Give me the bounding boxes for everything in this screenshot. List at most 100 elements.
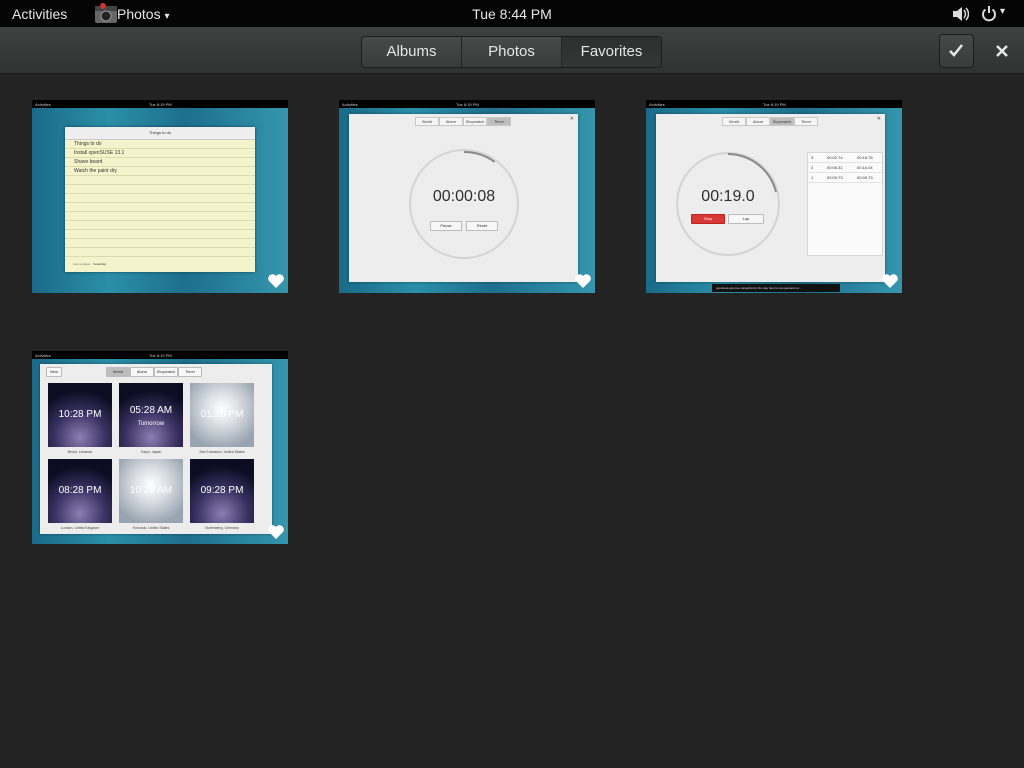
city-time: 10:28 AM: [129, 485, 173, 496]
city-name: Beirut, Lebanon: [67, 450, 93, 454]
tab-alarm: Alarm: [439, 117, 463, 126]
clock-tabs: World Alarm Stopwatch Timer: [415, 117, 511, 126]
notes-window: Things to do Things to do Install openSU…: [65, 127, 255, 272]
favorite-heart-icon[interactable]: [267, 273, 285, 289]
city-name: Honolulu, United States: [132, 526, 170, 530]
city-name: Tokyo, Japan: [140, 450, 162, 454]
note-line: Watch the paint dry: [65, 167, 255, 176]
lap-button: Lap: [728, 214, 764, 224]
favorite-heart-icon[interactable]: [881, 273, 899, 289]
header-bar: Albums Photos Favorites: [0, 27, 1024, 74]
favorite-heart-icon[interactable]: [574, 273, 592, 289]
city-clock: 05:28 AM Tomorrow: [119, 383, 183, 447]
mini-clock: Tue 8:19 PM: [763, 102, 786, 107]
mini-close-icon: ✕: [569, 116, 574, 122]
view-switcher: Albums Photos Favorites: [361, 36, 662, 68]
lap-number: 1: [811, 175, 814, 180]
photo-thumbnail-stopwatch[interactable]: Activities Tue 8:19 PM World Alarm Stopw…: [646, 100, 902, 293]
app-menu-caret: ▾: [164, 11, 170, 22]
city-time: 08:28 PM: [58, 485, 102, 496]
system-menu-caret[interactable]: ▾: [1000, 6, 1005, 17]
clock-tabs: World Alarm Stopwatch Timer: [106, 367, 202, 377]
note-line: [65, 230, 255, 239]
select-button[interactable]: [939, 34, 974, 68]
lap-split: 00:09.73: [827, 175, 843, 180]
city-clock: 10:28 PM: [48, 383, 112, 447]
tab-world: World: [106, 367, 130, 377]
mini-top-bar: Activities Tue 8:19 PM: [32, 100, 288, 108]
mini-close-icon: ✕: [876, 116, 881, 122]
new-button: New: [46, 367, 62, 377]
mini-activities: Activities: [342, 102, 358, 107]
app-name: Photos: [117, 6, 161, 22]
mini-clock: Tue 8:19 PM: [456, 102, 479, 107]
app-menu-button[interactable]: Photos ▾: [117, 6, 170, 22]
lap-number: 3: [811, 155, 814, 160]
timer-window: World Alarm Stopwatch Timer ✕ 00:00:08 P…: [349, 114, 578, 282]
camera-app-icon: [95, 3, 117, 23]
note-line: [65, 203, 255, 212]
clock-tabs: World Alarm Stopwatch Timer: [722, 117, 818, 126]
city-clock: 08:28 PM: [48, 459, 112, 523]
stopwatch-window: World Alarm Stopwatch Timer ✕ 00:19.0 St…: [656, 114, 885, 282]
tab-stopwatch: Stopwatch: [770, 117, 794, 126]
note-line: [65, 185, 255, 194]
lap-split: 00:06.31: [827, 165, 843, 170]
check-icon: [949, 44, 963, 57]
lap-split: 00:02.74: [827, 155, 843, 160]
volume-icon[interactable]: [951, 5, 969, 23]
world-clocks-window: New World Alarm Stopwatch Timer 10:28 PM…: [40, 364, 272, 534]
city-clock: 01:28 PM: [190, 383, 254, 447]
lap-number: 2: [811, 165, 814, 170]
photo-thumbnail-notes[interactable]: Activities Tue 8:19 PM Things to do Thin…: [32, 100, 288, 293]
tab-timer: Timer: [487, 117, 511, 126]
note-line: [65, 248, 255, 257]
mini-top-bar: Activities Tue 8:19 PM: [339, 100, 595, 108]
notes-footer: Last updated Yesterday: [73, 262, 106, 266]
tab-favorites[interactable]: Favorites: [562, 37, 661, 67]
note-line: [65, 239, 255, 248]
tab-timer: Timer: [794, 117, 818, 126]
note-line: [65, 176, 255, 185]
city-clock: 10:28 AM: [119, 459, 183, 523]
tab-stopwatch: Stopwatch: [463, 117, 487, 126]
favorite-heart-icon[interactable]: [267, 524, 285, 540]
notes-footer-left: Last updated: [73, 262, 91, 266]
note-line: Shave beard: [65, 158, 255, 167]
mini-clock: Tue 8:19 PM: [149, 353, 172, 358]
mini-clock: Tue 8:19 PM: [149, 102, 172, 107]
photo-thumbnail-world-clocks[interactable]: Activities Tue 8:19 PM New World Alarm S…: [32, 351, 288, 544]
stop-button: Stop: [691, 214, 725, 224]
note-line: Things to do: [65, 140, 255, 149]
notification-banner: opensuse-gnome-margarita by the way how …: [712, 284, 840, 292]
city-subtitle: Tomorrow: [137, 421, 165, 427]
mini-top-bar: Activities Tue 8:19 PM: [32, 351, 288, 359]
notes-footer-right: Yesterday: [92, 262, 107, 266]
mini-activities: Activities: [649, 102, 665, 107]
lap-row: 2 00:06.31 00:16.04: [808, 163, 882, 173]
tab-stopwatch: Stopwatch: [154, 367, 178, 377]
photo-thumbnail-timer[interactable]: Activities Tue 8:19 PM World Alarm Stopw…: [339, 100, 595, 293]
note-line: [65, 194, 255, 203]
lap-total: 00:16.04: [857, 165, 873, 170]
lap-total: 00:09.73: [857, 175, 873, 180]
close-icon[interactable]: [993, 42, 1011, 60]
city-time: 09:28 PM: [200, 485, 244, 496]
city-clock: 09:28 PM: [190, 459, 254, 523]
lap-total: 00:18.78: [857, 155, 873, 160]
mini-top-bar: Activities Tue 8:19 PM: [646, 100, 902, 108]
power-icon[interactable]: [981, 5, 997, 23]
city-name: London, United Kingdom: [60, 526, 100, 530]
tab-photos[interactable]: Photos: [462, 37, 562, 67]
note-line: Install openSUSE 13.1: [65, 149, 255, 158]
lap-row: 3 00:02.74 00:18.78: [808, 153, 882, 163]
lap-row: 1 00:09.73 00:09.73: [808, 173, 882, 183]
reset-button: Reset: [466, 221, 498, 231]
tab-albums[interactable]: Albums: [362, 37, 462, 67]
city-time: 01:28 PM: [200, 409, 244, 420]
activities-button[interactable]: Activities: [12, 6, 67, 22]
timer-time: 00:00:08: [432, 188, 496, 205]
stopwatch-time: 00:19.0: [701, 188, 755, 205]
city-name: Nuremberg, Germany: [205, 526, 239, 530]
city-time: 05:28 AM: [129, 405, 173, 416]
